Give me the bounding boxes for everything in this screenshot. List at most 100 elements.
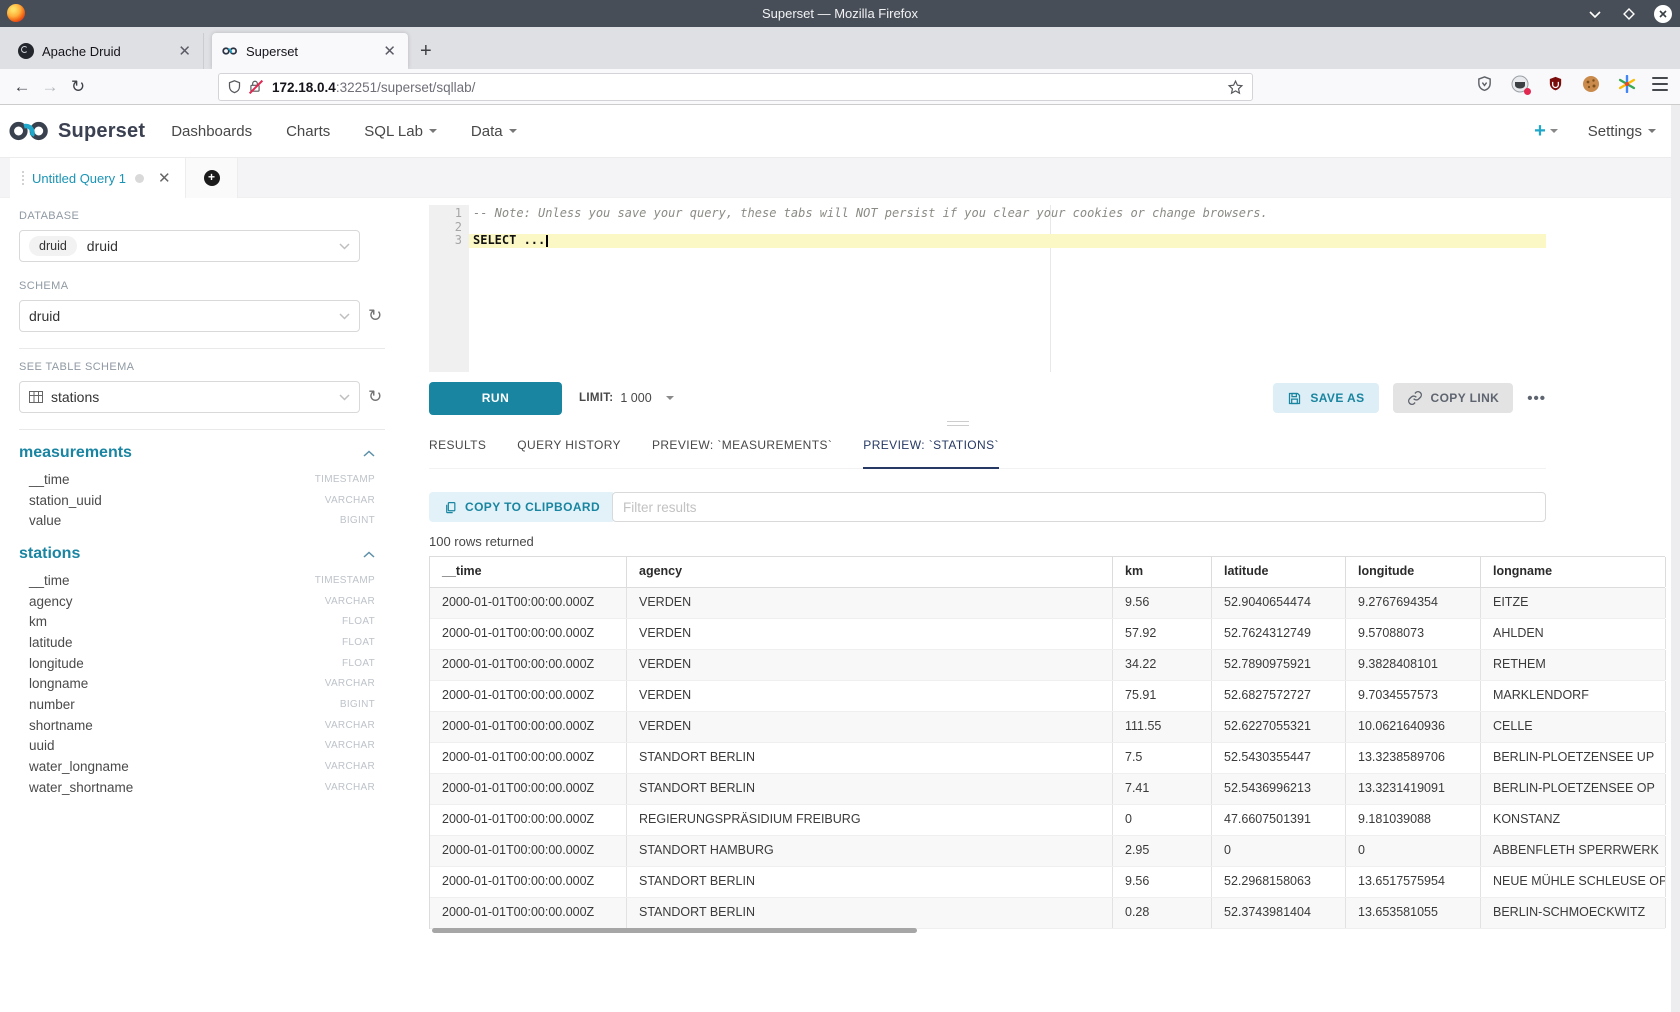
table-cell: 13.6517575954 — [1346, 867, 1481, 897]
results-tab-query-history[interactable]: QUERY HISTORY — [517, 438, 621, 468]
browser-toolbar: ← → ↻ 172.18.0.4:32251/superset/sqllab/ — [0, 69, 1680, 105]
schema-column-row: kmFLOAT — [19, 611, 375, 632]
table-row: 2000-01-01T00:00:00.000ZSTANDORT BERLIN9… — [430, 867, 1665, 898]
column-type: VARCHAR — [325, 495, 375, 506]
table-cell: BERLIN-SCHMOECKWITZ — [1481, 898, 1666, 928]
drag-handle-icon[interactable] — [22, 171, 24, 185]
column-header-longname[interactable]: longname — [1481, 557, 1666, 587]
copy-to-clipboard-button[interactable]: COPY TO CLIPBOARD — [429, 492, 615, 522]
add-new-button[interactable]: + — [1534, 120, 1558, 143]
table-cell: BERLIN-PLOETZENSEE OP — [1481, 774, 1666, 804]
schema-table-name[interactable]: stations — [19, 545, 80, 563]
more-options-button[interactable]: ••• — [1527, 390, 1546, 407]
url-bar[interactable]: 172.18.0.4:32251/superset/sqllab/ — [218, 73, 1253, 101]
nav-item-label: Charts — [286, 123, 330, 140]
table-cell: VERDEN — [627, 650, 1113, 680]
plus-circle-icon: + — [204, 170, 220, 186]
column-header-time[interactable]: __time — [430, 557, 627, 587]
window-maximize-icon[interactable] — [1620, 5, 1638, 23]
nav-item-data[interactable]: Data — [471, 123, 517, 140]
window-minimize-icon[interactable] — [1586, 5, 1604, 23]
add-query-tab-button[interactable]: + — [186, 158, 238, 198]
nav-item-sql-lab[interactable]: SQL Lab — [364, 123, 437, 140]
table-select[interactable]: stations — [19, 381, 360, 413]
sql-editor[interactable]: 123 -- Note: Unless you save your query,… — [429, 205, 1546, 372]
column-type: FLOAT — [342, 616, 375, 627]
new-tab-button[interactable]: + — [420, 41, 432, 61]
query-tab-close-icon[interactable]: ✕ — [158, 169, 171, 187]
column-header-longitude[interactable]: longitude — [1346, 557, 1481, 587]
screen: Superset — Mozilla Firefox Apache Druid … — [0, 0, 1680, 1012]
table-cell: 75.91 — [1113, 681, 1212, 711]
table-cell: VERDEN — [627, 681, 1113, 711]
menu-icon[interactable] — [1652, 77, 1668, 91]
table-cell: 2000-01-01T00:00:00.000Z — [430, 898, 627, 928]
window-close-icon[interactable] — [1654, 5, 1672, 23]
copy-link-button[interactable]: COPY LINK — [1393, 383, 1514, 413]
table-cell: 47.6607501391 — [1212, 805, 1346, 835]
reload-icon[interactable]: ↻ — [64, 77, 92, 97]
insecure-lock-icon[interactable] — [248, 79, 264, 95]
column-header-latitude[interactable]: latitude — [1212, 557, 1346, 587]
colorful-star-extension-icon[interactable] — [1618, 75, 1636, 93]
results-tab-results[interactable]: RESULTS — [429, 438, 486, 468]
mask-extension-icon[interactable] — [1511, 75, 1529, 93]
panel-resize-handle[interactable] — [947, 421, 969, 429]
bookmark-star-icon[interactable] — [1227, 79, 1244, 96]
column-name: uuid — [29, 738, 55, 753]
ublock-extension-icon[interactable] — [1547, 75, 1564, 93]
column-name: latitude — [29, 635, 73, 650]
tab-close-icon[interactable]: ✕ — [381, 42, 398, 60]
table-cell: VERDEN — [627, 619, 1113, 649]
cookie-extension-icon[interactable] — [1582, 75, 1600, 93]
database-tag: druid — [29, 236, 77, 256]
editor-code-area[interactable]: -- Note: Unless you save your query, the… — [469, 207, 1546, 248]
save-as-button[interactable]: SAVE AS — [1273, 383, 1378, 413]
table-row: 2000-01-01T00:00:00.000ZVERDEN34.2252.78… — [430, 650, 1665, 681]
browser-tab-apache-druid[interactable]: Apache Druid ✕ — [8, 33, 204, 69]
privacy-shield-extension-icon[interactable] — [1476, 75, 1493, 93]
druid-favicon — [18, 43, 34, 59]
table-cell: STANDORT BERLIN — [627, 898, 1113, 928]
superset-logo[interactable]: Superset — [8, 120, 145, 143]
table-cell: 2.95 — [1113, 836, 1212, 866]
refresh-schema-icon[interactable]: ↻ — [368, 307, 386, 325]
link-icon — [1407, 390, 1423, 406]
column-type: BIGINT — [340, 699, 375, 710]
column-header-km[interactable]: km — [1113, 557, 1212, 587]
results-tab-preview-stations[interactable]: PREVIEW: `STATIONS` — [863, 438, 999, 469]
schema-column-row: uuidVARCHAR — [19, 736, 375, 757]
nav-item-charts[interactable]: Charts — [286, 123, 330, 140]
vertical-scrollbar[interactable] — [1671, 105, 1680, 1012]
chevron-up-icon[interactable] — [363, 551, 375, 558]
table-cell: 10.0621640936 — [1346, 712, 1481, 742]
limit-dropdown[interactable]: LIMIT: 1 000 — [579, 391, 674, 405]
query-tab-strip: Untitled Query 1 ✕ + — [0, 158, 1680, 198]
refresh-table-icon[interactable]: ↻ — [368, 388, 386, 406]
editor-line-3[interactable]: SELECT ... — [469, 234, 1546, 248]
column-header-agency[interactable]: agency — [627, 557, 1113, 587]
filter-results-input[interactable] — [612, 492, 1546, 522]
nav-item-dashboards[interactable]: Dashboards — [171, 123, 252, 140]
tab-close-icon[interactable]: ✕ — [176, 42, 193, 60]
back-icon[interactable]: ← — [8, 77, 36, 97]
chevron-down-icon — [1648, 129, 1656, 133]
schema-select[interactable]: druid — [19, 300, 360, 332]
settings-menu[interactable]: Settings — [1588, 123, 1656, 140]
table-row: 2000-01-01T00:00:00.000ZVERDEN9.5652.904… — [430, 588, 1665, 619]
browser-tab-superset[interactable]: Superset ✕ — [212, 33, 408, 69]
database-label: DATABASE — [19, 210, 400, 222]
run-button[interactable]: RUN — [429, 382, 562, 415]
forward-icon[interactable]: → — [36, 77, 64, 97]
database-select[interactable]: druid druid — [19, 230, 360, 262]
editor-line-1[interactable]: -- Note: Unless you save your query, the… — [469, 207, 1546, 221]
shield-icon[interactable] — [227, 79, 242, 95]
query-tab-untitled-query-1[interactable]: Untitled Query 1 ✕ — [10, 158, 186, 198]
chevron-up-icon[interactable] — [363, 450, 375, 457]
results-tab-preview-measurements[interactable]: PREVIEW: `MEASUREMENTS` — [652, 438, 832, 468]
table-cell: STANDORT BERLIN — [627, 867, 1113, 897]
schema-table-name[interactable]: measurements — [19, 444, 132, 462]
column-type: FLOAT — [342, 637, 375, 648]
horizontal-scrollbar[interactable] — [432, 928, 917, 933]
editor-line-2[interactable] — [469, 221, 1546, 235]
